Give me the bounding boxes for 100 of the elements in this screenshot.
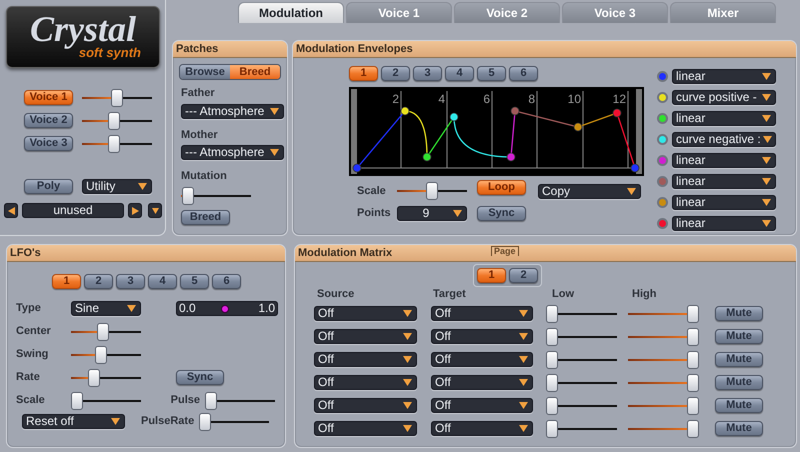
tab[interactable]: 3 (116, 274, 145, 289)
slider-thumb[interactable] (687, 328, 699, 346)
tab[interactable]: 5 (477, 66, 506, 81)
slider[interactable] (628, 350, 699, 368)
sync-button[interactable]: Sync (176, 370, 224, 385)
slider-thumb[interactable] (88, 368, 100, 386)
mute-button[interactable]: Mute (715, 352, 763, 367)
tab[interactable]: 2 (84, 274, 113, 289)
mute-button[interactable]: Mute (715, 375, 763, 390)
slider-thumb[interactable] (546, 420, 558, 438)
tab[interactable]: 1 (52, 274, 81, 289)
mute-button[interactable]: Mute (715, 421, 763, 436)
mute-button[interactable]: Mute (715, 329, 763, 344)
dropdown[interactable]: --- Atmosphere (181, 104, 284, 118)
dropdown[interactable]: Utility (82, 179, 152, 194)
slider-thumb[interactable] (687, 350, 699, 368)
tab[interactable]: 6 (509, 66, 538, 81)
tab[interactable]: Mixer (670, 2, 776, 23)
dropdown[interactable]: linear (672, 195, 776, 210)
slider[interactable] (628, 420, 699, 438)
page-tab[interactable]: 2 (509, 268, 538, 283)
dropdown[interactable]: Copy (538, 184, 641, 198)
slider-thumb[interactable] (97, 322, 110, 340)
slider[interactable] (82, 134, 152, 152)
tab[interactable]: 2 (381, 66, 410, 81)
slider-thumb[interactable] (205, 392, 217, 410)
voice-button[interactable]: Voice 2 (24, 113, 73, 128)
slider[interactable] (546, 350, 617, 368)
dropdown[interactable]: Off (431, 398, 533, 413)
dropdown[interactable]: Off (431, 352, 533, 367)
dropdown[interactable]: curve negative : (672, 132, 776, 147)
slider[interactable] (546, 420, 617, 438)
slider[interactable] (628, 396, 699, 414)
slider-thumb[interactable] (687, 304, 699, 322)
slider-thumb[interactable] (71, 392, 83, 410)
range-handle[interactable] (221, 305, 229, 313)
voice-button[interactable]: Voice 3 (24, 136, 73, 151)
slider[interactable] (546, 396, 617, 414)
dropdown[interactable]: linear (672, 174, 776, 189)
slider[interactable] (199, 412, 270, 430)
slider[interactable] (82, 88, 152, 106)
dropdown[interactable]: Off (431, 375, 533, 390)
slider-thumb[interactable] (108, 134, 120, 152)
dropdown[interactable]: Off (314, 306, 417, 321)
slider-thumb[interactable] (546, 304, 558, 322)
mute-button[interactable]: Mute (715, 306, 763, 321)
tab[interactable]: 5 (180, 274, 209, 289)
slider[interactable] (71, 392, 141, 410)
slider[interactable] (546, 328, 617, 346)
dropdown[interactable]: Off (314, 421, 417, 436)
envelope-point[interactable] (400, 106, 410, 116)
slider-thumb[interactable] (111, 88, 123, 106)
mute-button[interactable]: Mute (715, 398, 763, 413)
dropdown[interactable]: --- Atmosphere (181, 145, 284, 160)
slider-thumb[interactable] (546, 374, 558, 392)
tab[interactable]: Voice 1 (346, 2, 452, 23)
page-tab[interactable]: 1 (477, 268, 506, 283)
dropdown[interactable]: Off (431, 329, 533, 344)
dropdown[interactable]: linear (672, 69, 776, 84)
tab[interactable]: Modulation (238, 2, 344, 23)
dropdown[interactable]: curve positive - (672, 90, 776, 105)
tab[interactable]: Voice 3 (562, 2, 668, 23)
envelope-graph[interactable]: 2 4 6 8 10 12 (349, 87, 644, 176)
dropdown[interactable]: Sine (71, 301, 141, 316)
slider-thumb[interactable] (199, 412, 212, 430)
slider-thumb[interactable] (546, 328, 558, 346)
dropdown[interactable]: Reset off (22, 414, 125, 429)
mode-tab[interactable]: Browse (180, 65, 230, 79)
dropdown[interactable]: Off (431, 306, 533, 321)
next-button[interactable] (128, 203, 142, 218)
tab[interactable]: 6 (212, 274, 241, 289)
slider[interactable] (205, 392, 275, 410)
dropdown[interactable]: Off (314, 329, 417, 344)
envelope-point[interactable] (422, 152, 432, 162)
breed-button[interactable]: Breed (181, 210, 230, 224)
slider-thumb[interactable] (687, 374, 699, 392)
slider[interactable] (628, 304, 699, 322)
slider[interactable] (71, 368, 141, 386)
tab[interactable]: 1 (349, 66, 378, 81)
slider[interactable] (181, 186, 251, 204)
tab[interactable]: Voice 2 (454, 2, 560, 23)
slider[interactable] (397, 182, 467, 200)
voice-button[interactable]: Voice 1 (24, 90, 73, 105)
sync-button[interactable]: Sync (477, 206, 526, 220)
slider-thumb[interactable] (687, 420, 699, 438)
dropdown[interactable]: linear (672, 153, 776, 168)
slider-thumb[interactable] (426, 182, 438, 200)
dropdown[interactable]: Off (314, 398, 417, 413)
dropdown[interactable]: Off (431, 421, 533, 436)
tab[interactable]: 4 (148, 274, 177, 289)
tab[interactable]: 3 (413, 66, 442, 81)
range-field[interactable]: 0.0 1.0 (176, 301, 278, 316)
dropdown[interactable]: Off (314, 352, 417, 367)
poly-button[interactable]: Poly (24, 179, 73, 194)
slider[interactable] (82, 112, 152, 130)
slider-thumb[interactable] (108, 112, 120, 130)
slider[interactable] (546, 304, 617, 322)
envelope-point[interactable] (574, 122, 582, 132)
slider-thumb[interactable] (546, 350, 558, 368)
envelope-point[interactable] (450, 112, 458, 122)
